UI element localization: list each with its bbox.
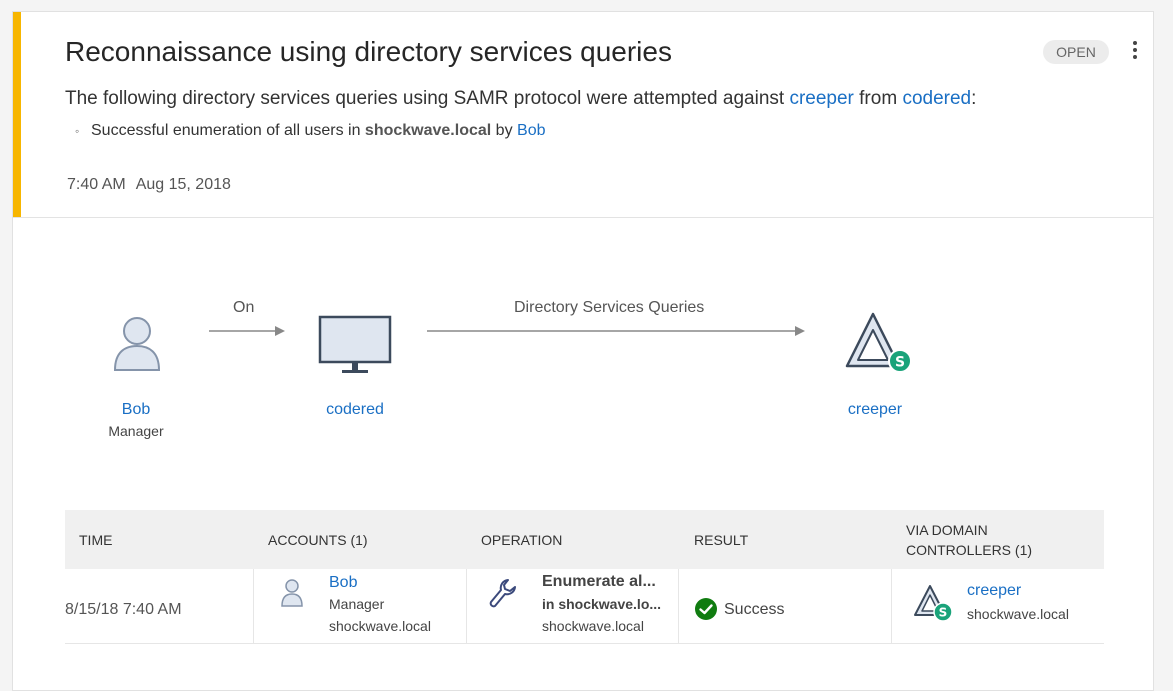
bullet-icon: ◦ [75, 124, 80, 138]
alert-timestamp: 7:40 AM Aug 15, 2018 [67, 176, 231, 194]
flow-user-name[interactable]: Bob [108, 401, 164, 419]
monitor-icon[interactable] [318, 315, 392, 375]
account-role: Manager [329, 596, 385, 612]
status-badge[interactable]: OPEN [1043, 40, 1109, 64]
header-time[interactable]: TIME [79, 530, 112, 550]
more-options-icon[interactable] [1131, 38, 1139, 68]
domain-controller-icon[interactable]: S [843, 310, 915, 376]
user-icon[interactable] [111, 314, 163, 374]
column-divider [466, 569, 467, 643]
alert-date: Aug 15, 2018 [135, 176, 231, 193]
header-result[interactable]: RESULT [694, 530, 748, 550]
header-accounts[interactable]: ACCOUNTS (1) [268, 530, 368, 550]
column-divider [678, 569, 679, 643]
table-header: TIME ACCOUNTS (1) OPERATION RESULT VIA D… [65, 510, 1104, 569]
flow-edge-queries-label: Directory Services Queries [514, 299, 705, 316]
bullet-middle: by [491, 122, 518, 139]
header-via-dc-line2: CONTROLLERS (1) [906, 542, 1033, 558]
flow-user-role: Manager [108, 423, 164, 439]
header-via-dc[interactable]: VIA DOMAIN CONTROLLERS (1) [906, 520, 1032, 560]
description-middle: from [853, 88, 903, 109]
severity-accent-bar [13, 12, 21, 217]
dc-badge-text: S [895, 355, 905, 371]
dc-icon: S [914, 585, 953, 622]
wrench-icon [489, 579, 516, 608]
success-check-icon [695, 598, 717, 620]
header-operation[interactable]: OPERATION [481, 530, 562, 550]
dc-domain: shockwave.local [967, 606, 1069, 622]
table-row[interactable]: 8/15/18 7:40 AM Bob Manager shockwave.lo… [65, 569, 1104, 644]
bullet-prefix: Successful enumeration of all users in [91, 122, 365, 139]
target-link[interactable]: creeper [789, 88, 853, 109]
description-suffix: : [971, 88, 977, 109]
result-status: Success [724, 601, 785, 618]
header-divider [13, 217, 1153, 218]
flow-arrow-2 [427, 326, 805, 336]
row-time: 8/15/18 7:40 AM [65, 601, 182, 618]
alert-card: Reconnaissance using directory services … [12, 11, 1154, 691]
account-user-icon [281, 579, 303, 607]
flow-dc-name[interactable]: creeper [835, 401, 915, 419]
column-divider [891, 569, 892, 643]
dc-name-link[interactable]: creeper [967, 582, 1021, 600]
bullet-user-link[interactable]: Bob [517, 122, 545, 139]
operation-domain: shockwave.local [542, 618, 644, 634]
account-domain: shockwave.local [329, 618, 431, 634]
detail-bullet: ◦ Successful enumeration of all users in … [75, 122, 545, 140]
alert-description: The following directory services queries… [65, 88, 976, 110]
operation-title[interactable]: Enumerate al... [542, 573, 656, 591]
flow-arrow-1 [209, 326, 285, 336]
alert-time: 7:40 AM [67, 176, 126, 193]
flow-computer-name[interactable]: codered [313, 401, 397, 419]
alert-title: Reconnaissance using directory services … [65, 36, 672, 67]
operation-subtitle: in shockwave.lo... [542, 596, 662, 612]
source-link[interactable]: codered [902, 88, 971, 109]
column-divider [253, 569, 254, 643]
account-name-link[interactable]: Bob [329, 574, 357, 592]
dc-badge-small-text: S [939, 606, 948, 620]
flow-edge-on-label: On [233, 299, 255, 316]
description-prefix: The following directory services queries… [65, 88, 790, 109]
header-via-dc-line1: VIA DOMAIN [906, 522, 988, 538]
bullet-domain: shockwave.local [364, 122, 492, 139]
